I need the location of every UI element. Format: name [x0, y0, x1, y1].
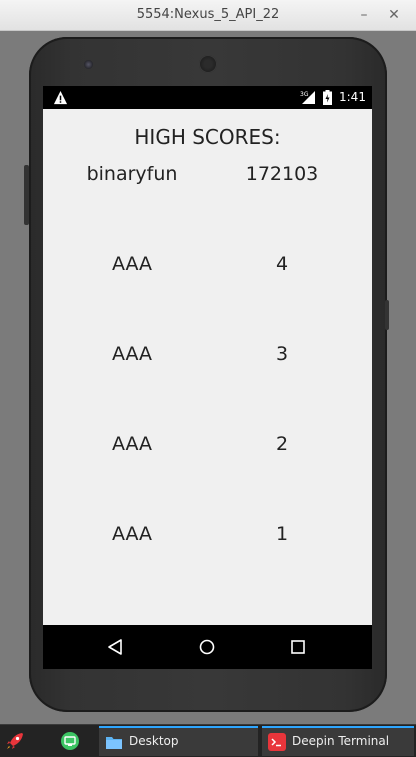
power-button[interactable]: [385, 300, 389, 330]
high-scores-screen: HIGH SCORES: binaryfun 172103 AAA 4 AAA …: [43, 109, 372, 625]
battery-icon: [323, 90, 332, 105]
warning-icon: [53, 90, 68, 105]
minimize-icon: –: [360, 7, 368, 23]
front-camera-icon: [84, 60, 93, 69]
task-desktop[interactable]: Desktop: [99, 726, 258, 756]
recent-apps-icon[interactable]: [288, 637, 308, 657]
score-value: 2: [275, 433, 289, 455]
task-label: Deepin Terminal: [292, 734, 390, 748]
score-name: AAA: [111, 523, 153, 545]
navigation-bar: [43, 625, 372, 669]
score-value: 1: [275, 523, 289, 545]
score-name: AAA: [111, 343, 153, 365]
task-deepin-terminal[interactable]: Deepin Terminal: [262, 726, 414, 756]
rocket-launcher-icon[interactable]: [4, 730, 26, 752]
score-name: AAA: [111, 433, 153, 455]
close-button[interactable]: ✕: [384, 5, 404, 25]
score-name: AAA: [111, 253, 153, 275]
close-icon: ✕: [388, 7, 400, 23]
folder-icon: [106, 737, 122, 749]
back-icon[interactable]: [106, 637, 126, 657]
terminal-icon: [268, 733, 286, 751]
score-value: 4: [275, 253, 289, 275]
score-row: AAA 4: [43, 253, 372, 283]
app-store-icon[interactable]: [60, 731, 80, 751]
minimize-button[interactable]: –: [354, 5, 374, 25]
taskbar: Desktop Deepin Terminal: [0, 724, 416, 757]
device-screen: 3G 1:41 HIGH SCORES: binaryfun 172103 AA…: [43, 86, 372, 669]
network-type-label: 3G: [300, 91, 309, 98]
score-row: AAA 3: [43, 343, 372, 373]
score-value: 3: [275, 343, 289, 365]
cell-signal-icon: 3G: [300, 91, 315, 104]
window-titlebar: 5554:Nexus_5_API_22 – ✕: [0, 0, 416, 31]
score-row: AAA 2: [43, 433, 372, 463]
status-clock: 1:41: [339, 90, 366, 104]
task-label: Desktop: [129, 734, 179, 748]
page-title: HIGH SCORES:: [134, 125, 281, 149]
status-bar: 3G 1:41: [43, 86, 372, 109]
score-name: binaryfun: [86, 163, 178, 185]
earpiece-speaker-icon: [199, 55, 217, 73]
score-row: AAA 1: [43, 523, 372, 553]
score-row: binaryfun 172103: [43, 163, 372, 193]
home-icon[interactable]: [197, 637, 217, 657]
score-value: 172103: [245, 163, 319, 185]
